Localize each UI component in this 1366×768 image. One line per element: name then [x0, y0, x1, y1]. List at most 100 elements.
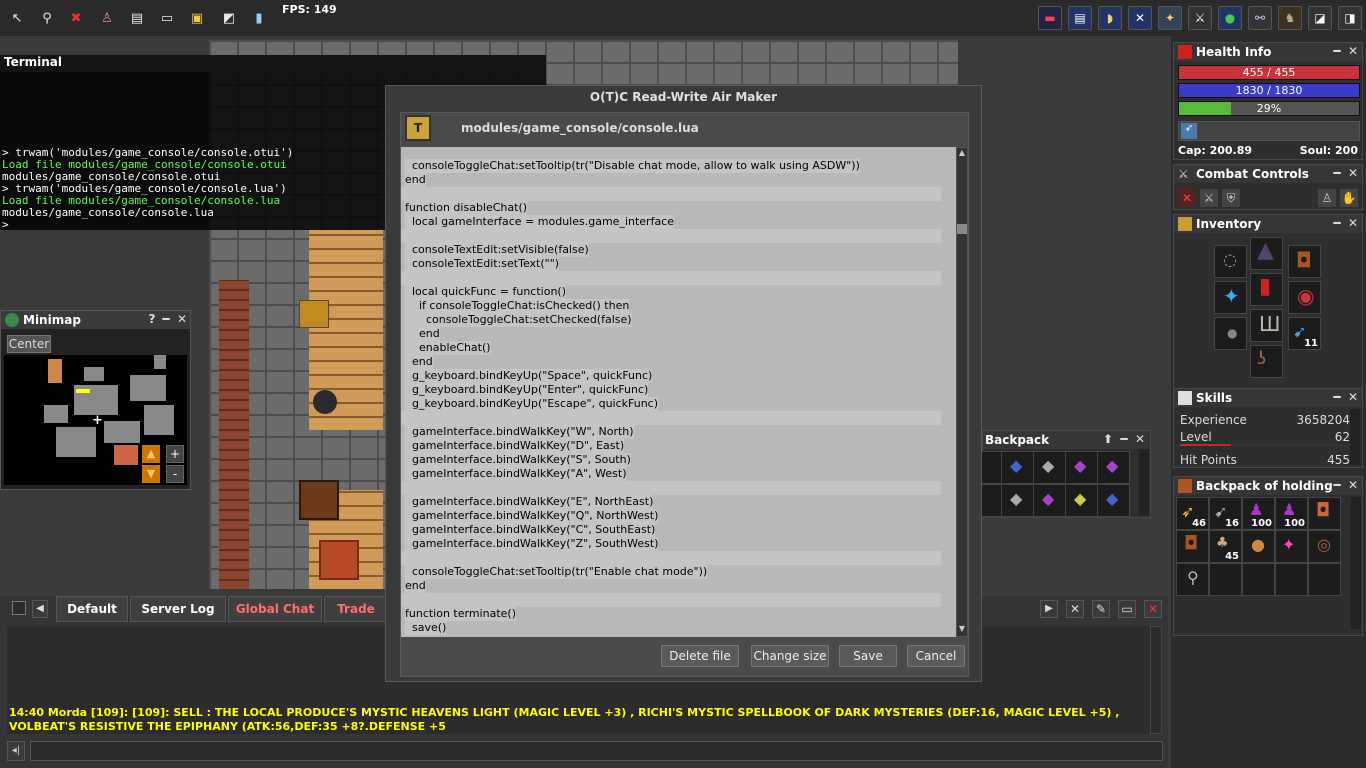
scroll-down-icon[interactable]: ▼: [957, 624, 967, 636]
container-slot[interactable]: ◆: [1033, 484, 1066, 517]
code-line[interactable]: gameInterface.bindWalkKey("E", NorthEast…: [405, 495, 654, 509]
quest-icon[interactable]: ▤: [126, 7, 148, 29]
container-slot[interactable]: ♣ 45: [1209, 530, 1242, 563]
code-line[interactable]: end: [405, 579, 426, 593]
container-slot[interactable]: ◆: [1097, 451, 1130, 484]
box-icon[interactable]: ▣: [186, 7, 208, 29]
combat-icon[interactable]: ⚔: [1188, 6, 1212, 30]
delete-file-button[interactable]: Delete file: [661, 645, 739, 667]
ring-slot[interactable]: ●: [1214, 317, 1247, 350]
code-scrollbar[interactable]: ▲ ▼: [956, 147, 968, 637]
backpack-slot[interactable]: ◘: [1288, 245, 1321, 278]
armor-slot[interactable]: ▮: [1250, 273, 1283, 306]
code-line[interactable]: gameInterface.bindWalkKey("Z", SouthWest…: [405, 537, 659, 551]
character-icon[interactable]: ♙: [96, 7, 118, 29]
close-channel-button[interactable]: ✕: [1066, 600, 1084, 618]
right-hand-slot[interactable]: ◉: [1288, 281, 1321, 314]
container-slot[interactable]: ⚲: [1176, 563, 1209, 596]
code-line[interactable]: [401, 481, 941, 495]
save-button[interactable]: Save: [839, 645, 897, 667]
code-line[interactable]: [401, 551, 941, 565]
tab-next-button[interactable]: ▶: [1040, 600, 1058, 618]
left-hand-slot[interactable]: ✦: [1214, 281, 1247, 314]
health-icon[interactable]: ▬: [1038, 6, 1062, 30]
code-line[interactable]: [401, 411, 941, 425]
code-line[interactable]: [401, 271, 941, 285]
code-line[interactable]: gameInterface.bindWalkKey("A", West): [405, 467, 627, 481]
ignore-button[interactable]: ✕: [1144, 600, 1162, 618]
code-line[interactable]: consoleTextEdit:setText(""): [405, 257, 560, 271]
help-button[interactable]: ?: [145, 312, 159, 326]
arrow-icon[interactable]: ↖: [6, 7, 28, 29]
container-slot[interactable]: ●: [1242, 530, 1275, 563]
toggle-chat-button[interactable]: ◂|: [7, 741, 25, 761]
stand-mode-button[interactable]: ♙: [1318, 189, 1336, 207]
code-line[interactable]: end: [405, 327, 440, 341]
code-line[interactable]: gameInterface.bindWalkKey("W", North): [405, 425, 634, 439]
code-line[interactable]: end: [405, 173, 426, 187]
code-line[interactable]: function disableChat(): [405, 201, 528, 215]
floor-down-button[interactable]: ▼: [142, 465, 160, 483]
code-line[interactable]: gameInterface.bindWalkKey("D", East): [405, 439, 625, 453]
center-button[interactable]: Center: [7, 335, 51, 353]
skill-row[interactable]: Level 62: [1180, 430, 1350, 446]
container-slot[interactable]: ◘: [1308, 497, 1341, 530]
code-line[interactable]: [401, 229, 941, 243]
code-line[interactable]: consoleToggleChat:setTooltip(tr("Disable…: [405, 159, 860, 173]
code-line[interactable]: if consoleToggleChat:isChecked() then: [405, 299, 630, 313]
code-line[interactable]: local gameInterface = modules.game_inter…: [405, 215, 675, 229]
close-button[interactable]: ✕: [1346, 478, 1360, 492]
change-size-button[interactable]: Change size: [751, 645, 829, 667]
minimize-button[interactable]: ━: [1117, 432, 1131, 446]
code-line[interactable]: end: [405, 355, 433, 369]
balanced-mode-button[interactable]: ⚔: [1200, 189, 1218, 207]
container-slot[interactable]: [1242, 563, 1275, 596]
code-line[interactable]: local quickFunc = function(): [405, 285, 566, 299]
close-button[interactable]: ✕: [1346, 216, 1360, 230]
minimize-button[interactable]: ━: [1330, 44, 1344, 58]
container-slot[interactable]: ◎: [1308, 530, 1341, 563]
minimize-button[interactable]: ━: [1330, 478, 1344, 492]
container-slot[interactable]: ◆: [1097, 484, 1130, 517]
container-slot[interactable]: ♟ 100: [1242, 497, 1275, 530]
head-slot[interactable]: ▲: [1250, 237, 1283, 270]
code-line[interactable]: save(): [405, 621, 447, 635]
code-line[interactable]: [401, 187, 941, 201]
outfit-icon[interactable]: ♞: [1278, 6, 1302, 30]
close-button[interactable]: ✕: [1346, 44, 1360, 58]
container-slot[interactable]: ✦: [1275, 530, 1308, 563]
code-line[interactable]: consoleTextEdit:setVisible(false): [405, 243, 589, 257]
code-line[interactable]: gameInterface.bindWalkKey("Q", NorthWest…: [405, 509, 659, 523]
minimize-button[interactable]: ━: [1330, 166, 1344, 180]
potion-icon[interactable]: ▮: [248, 7, 270, 29]
zoom-out-button[interactable]: -: [166, 465, 184, 483]
code-line[interactable]: gameInterface.bindWalkKey("C", SouthEast…: [405, 523, 656, 537]
ammo-slot[interactable]: ➹ 11: [1288, 317, 1321, 350]
skill-row[interactable]: Experience 3658204: [1180, 413, 1350, 429]
container-slot[interactable]: [1275, 563, 1308, 596]
chat-mode-checkbox[interactable]: [12, 601, 26, 615]
tab-default[interactable]: Default: [56, 596, 128, 622]
container-slot[interactable]: ➹ 16: [1209, 497, 1242, 530]
inventory-icon[interactable]: ◗: [1098, 6, 1122, 30]
code-line[interactable]: g_keyboard.bindKeyUp("Enter", quickFunc): [405, 383, 649, 397]
close-button[interactable]: ✕: [175, 312, 189, 326]
offensive-mode-button[interactable]: ✕: [1178, 189, 1196, 207]
container-slot[interactable]: [1308, 563, 1341, 596]
console-icon[interactable]: ▭: [156, 7, 178, 29]
walk-icon[interactable]: ⚲: [36, 7, 58, 29]
defensive-mode-button[interactable]: ⛨: [1222, 189, 1240, 207]
necklace-slot[interactable]: ◌: [1214, 245, 1247, 278]
minimize-button[interactable]: ━: [1330, 390, 1344, 404]
logout-icon[interactable]: ✖: [65, 7, 87, 29]
channels-button[interactable]: ▭: [1118, 600, 1136, 618]
container-slot[interactable]: [1209, 563, 1242, 596]
floor-up-button[interactable]: ▲: [142, 445, 160, 463]
clear-channel-button[interactable]: ✎: [1092, 600, 1110, 618]
up-button[interactable]: ⬆: [1101, 432, 1115, 446]
container-slot[interactable]: ◆: [1001, 484, 1034, 517]
tab-global-chat[interactable]: Global Chat: [228, 596, 322, 622]
skills-scrollbar[interactable]: [1350, 409, 1360, 465]
minimize-button[interactable]: ━: [1330, 216, 1344, 230]
chat-scrollbar[interactable]: [1150, 626, 1162, 734]
